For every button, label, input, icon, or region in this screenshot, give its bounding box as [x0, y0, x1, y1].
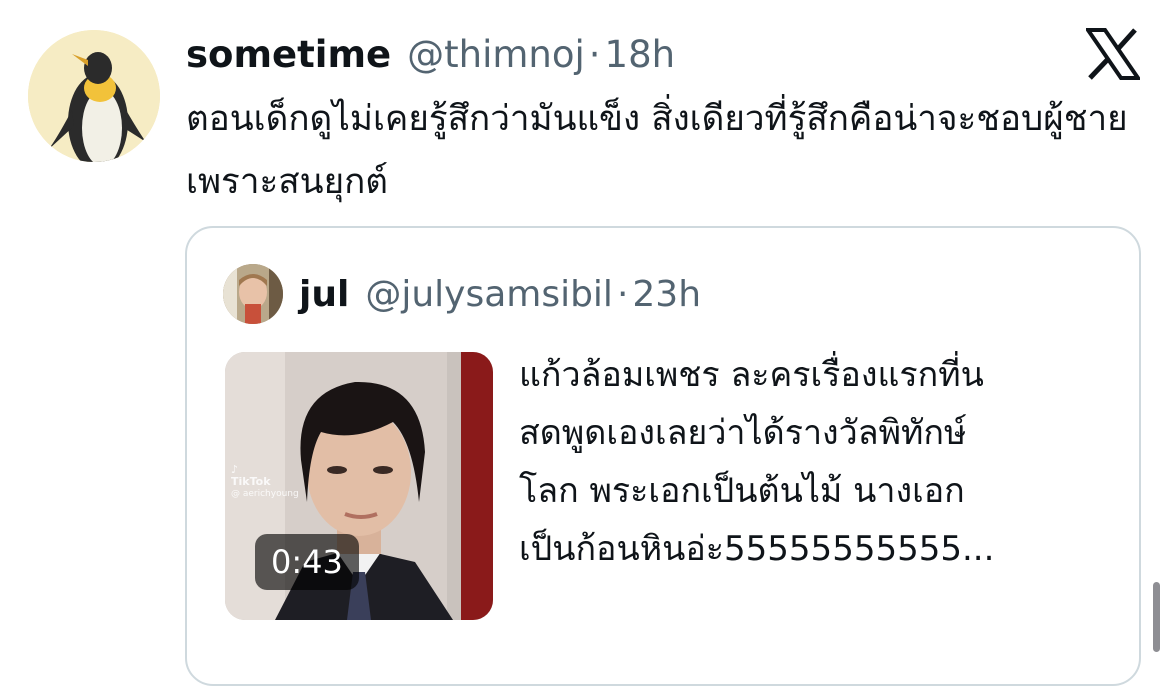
tweet-timestamp[interactable]: 18h [605, 33, 676, 76]
quoted-text-line: เป็นก้อนหินอ่ะ55555555555... [519, 529, 995, 569]
header-separator: · [588, 32, 601, 76]
tiktok-brand: TikTok [231, 475, 271, 488]
quoted-tweet-timestamp[interactable]: 23h [632, 274, 701, 315]
tweet-text: ตอนเด็กดูไม่เคยรู้สึกว่ามันแข็ง สิ่งเดีย… [186, 99, 1128, 202]
quoted-tweet-text: แก้วล้อมเพชร ละครเรื่องแรกที่น สดพูดเองเ… [519, 346, 1119, 578]
quoted-text-line: สดพูดเองเลยว่าได้รางวัลพิทักษ์ [519, 413, 967, 453]
tiktok-username: @ aerichyoung [231, 489, 299, 499]
scrollbar-thumb[interactable] [1153, 582, 1160, 652]
author-handle[interactable]: @thimnoj [407, 33, 585, 76]
x-logo-icon[interactable] [1086, 28, 1140, 80]
video-thumbnail[interactable]: ♪ TikTok @ aerichyoung 0:43 [225, 352, 493, 620]
tiktok-watermark: ♪ TikTok @ aerichyoung [231, 464, 299, 500]
author-avatar[interactable] [28, 30, 160, 162]
quoted-author-handle[interactable]: @julysamsibil [365, 274, 613, 315]
author-display-name[interactable]: sometime [186, 33, 391, 76]
quoted-text-line: แก้วล้อมเพชร ละครเรื่องแรกที่น [519, 355, 984, 395]
penguin-avatar-image [28, 30, 160, 162]
quoted-tweet-header: jul @julysamsibil · 23h [299, 266, 701, 322]
tweet-header: sometime @thimnoj · 18h [186, 26, 675, 82]
quoted-avatar-image [223, 264, 283, 324]
quoted-header-separator: · [616, 273, 629, 315]
quoted-tweet-card[interactable]: jul @julysamsibil · 23h ♪ TikTok @ aeric… [185, 226, 1141, 686]
quoted-author-display-name[interactable]: jul [299, 274, 349, 315]
quoted-text-line: โลก พระเอกเป็นต้นไม้ นางเอก [519, 471, 965, 511]
quoted-author-avatar[interactable] [223, 264, 283, 324]
video-duration-badge: 0:43 [255, 534, 359, 590]
